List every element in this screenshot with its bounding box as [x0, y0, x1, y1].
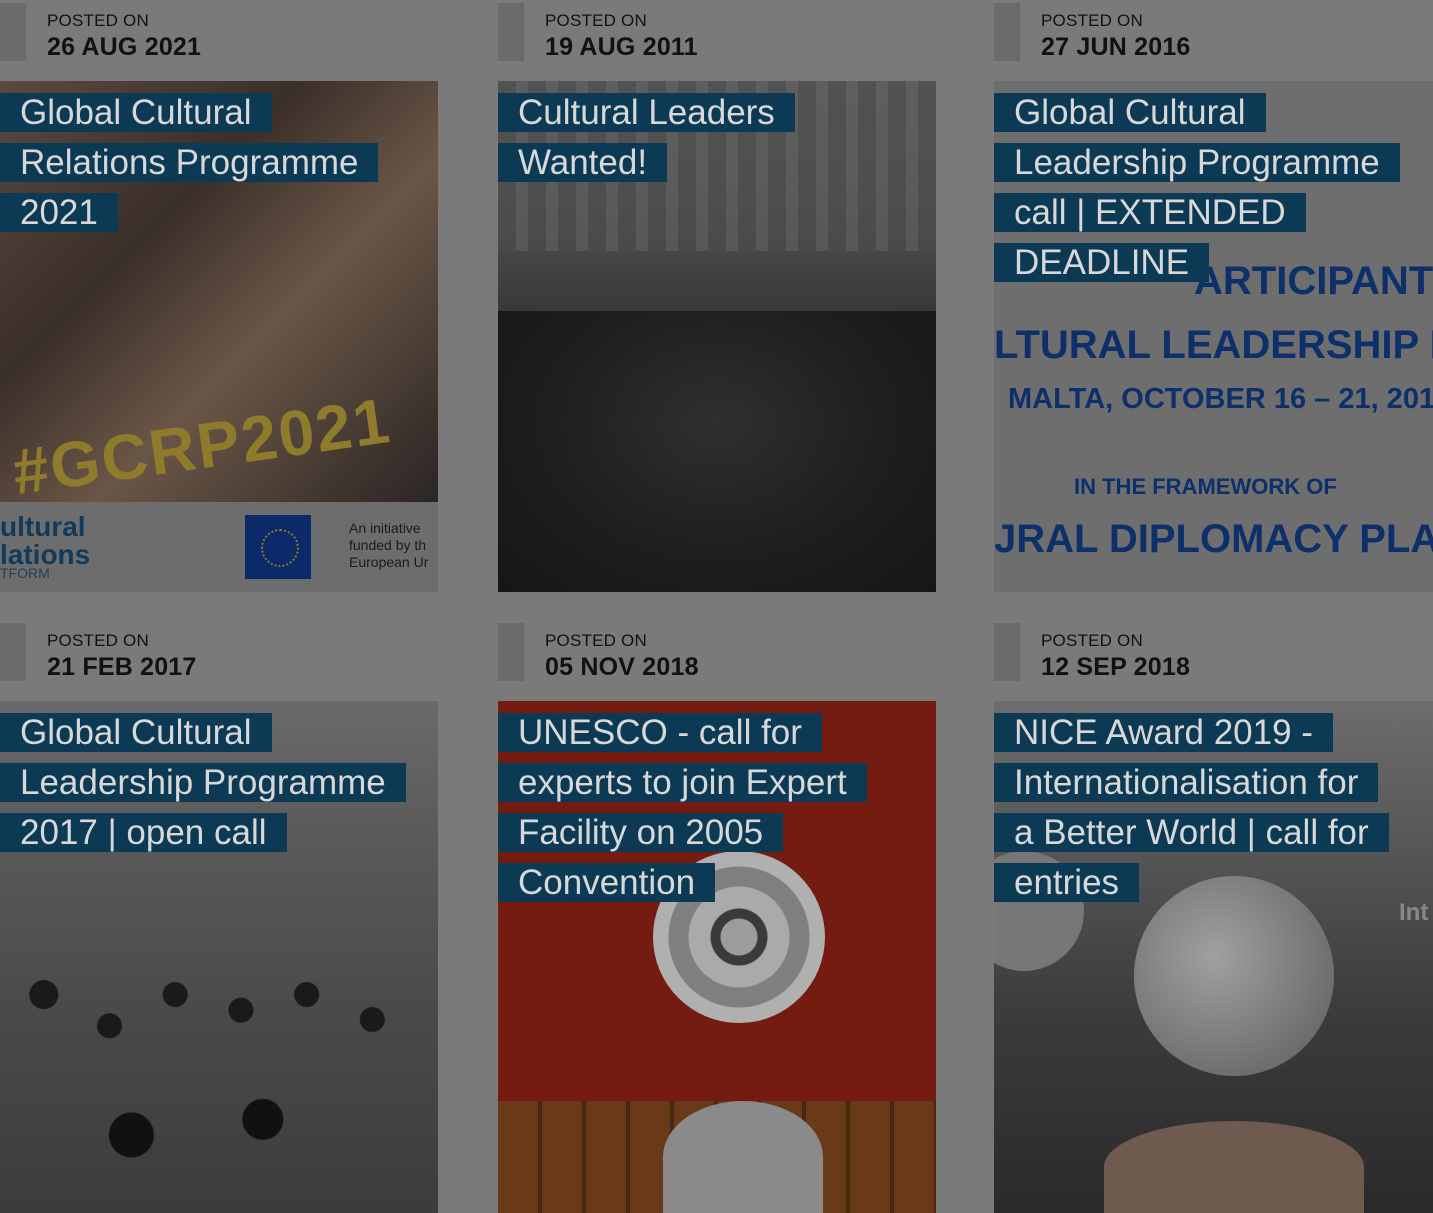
post-card[interactable]: POSTED ON 21 FEB 2017 Global Cultural Le… [0, 620, 438, 1213]
post-card[interactable]: POSTED ON 19 AUG 2011 Cultural Leaders W… [498, 0, 936, 592]
eu-flag-icon [245, 515, 311, 579]
post-thumbnail[interactable]: Global Cultural Leadership Programme 201… [0, 701, 438, 1213]
posted-on-label: POSTED ON [1041, 631, 1143, 650]
thumbnail-brand-subtext: TFORM [0, 565, 50, 581]
post-date: 19 AUG 2011 [545, 33, 698, 61]
post-thumbnail[interactable]: Cultural Leaders Wanted! [498, 81, 936, 592]
post-title-line: Convention [498, 863, 716, 902]
post-date-block: POSTED ON 26 AUG 2021 [0, 0, 438, 81]
post-date-block: POSTED ON 05 NOV 2018 [498, 620, 936, 701]
posts-grid: POSTED ON 26 AUG 2021 #GCRP2021 ultural … [0, 0, 1433, 1213]
post-card[interactable]: POSTED ON 26 AUG 2021 #GCRP2021 ultural … [0, 0, 438, 592]
post-title-line: Facility on 2005 [498, 813, 784, 852]
date-accent-bar [0, 3, 26, 61]
post-title-line: Leadership Programme [0, 763, 406, 802]
post-title-line: Global Cultural [0, 93, 272, 132]
post-title-line: DEADLINE [994, 243, 1210, 282]
poster-text: JRAL DIPLOMACY PLATI [994, 517, 1433, 561]
thumbnail-text: Int [1399, 899, 1429, 926]
post-title-link[interactable]: Global Cultural Leadership Programme cal… [994, 88, 1400, 288]
post-date: 12 SEP 2018 [1041, 653, 1191, 681]
post-date: 27 JUN 2016 [1041, 33, 1191, 61]
post-date-block: POSTED ON 19 AUG 2011 [498, 0, 936, 81]
post-thumbnail[interactable]: UNESCO - call for experts to join Expert… [498, 701, 936, 1213]
thumbnail-photo [0, 901, 438, 1213]
poster-text: LTURAL LEADERSHIP PF [994, 323, 1433, 367]
post-date-block: POSTED ON 27 JUN 2016 [994, 0, 1433, 81]
post-date: 21 FEB 2017 [47, 653, 197, 681]
post-title-line: Leadership Programme [994, 143, 1400, 182]
thumbnail-brand-text: ultural lations [0, 511, 91, 570]
date-accent-bar [498, 623, 524, 681]
posted-on-label: POSTED ON [545, 11, 647, 30]
post-title-link[interactable]: Global Cultural Leadership Programme 201… [0, 708, 406, 858]
post-date: 26 AUG 2021 [47, 33, 202, 61]
post-title-line: 2021 [0, 193, 118, 232]
post-title-line: UNESCO - call for [498, 713, 822, 752]
post-title-line: a Better World | call for [994, 813, 1389, 852]
thumbnail-hand [1104, 1121, 1364, 1213]
date-accent-bar [994, 623, 1020, 681]
posted-on-label: POSTED ON [47, 631, 149, 650]
poster-text: IN THE FRAMEWORK OF [1074, 474, 1337, 499]
post-card[interactable]: POSTED ON 27 JUN 2016 ARTICIPANTS LTURAL… [994, 0, 1433, 592]
posted-on-label: POSTED ON [47, 11, 149, 30]
post-date: 05 NOV 2018 [545, 653, 699, 681]
post-thumbnail[interactable]: ARTICIPANTS LTURAL LEADERSHIP PF MALTA, … [994, 81, 1433, 592]
post-title-line: Wanted! [498, 143, 668, 182]
date-accent-bar [994, 3, 1020, 61]
posted-on-label: POSTED ON [1041, 11, 1143, 30]
date-accent-bar [0, 623, 26, 681]
post-title-line: Relations Programme [0, 143, 379, 182]
post-title-line: experts to join Expert [498, 763, 867, 802]
eu-initiative-text: An initiative funded by th European Ur [349, 520, 429, 570]
post-title-line: entries [994, 863, 1140, 902]
post-date-block: POSTED ON 21 FEB 2017 [0, 620, 438, 701]
post-title-line: Internationalisation for [994, 763, 1379, 802]
post-card[interactable]: POSTED ON 12 SEP 2018 Int NICE Award 201… [994, 620, 1433, 1213]
post-title-link[interactable]: NICE Award 2019 - Internationalisation f… [994, 708, 1389, 908]
post-thumbnail[interactable]: Int NICE Award 2019 - Internationalisati… [994, 701, 1433, 1213]
poster-text: MALTA, OCTOBER 16 – 21, 2016 [1008, 383, 1433, 415]
post-title-link[interactable]: UNESCO - call for experts to join Expert… [498, 708, 867, 908]
post-title-line: 2017 | open call [0, 813, 287, 852]
post-title-line: Cultural Leaders [498, 93, 795, 132]
post-date-block: POSTED ON 12 SEP 2018 [994, 620, 1433, 701]
post-thumbnail[interactable]: #GCRP2021 ultural lations TFORM An initi… [0, 81, 438, 592]
thumbnail-crowd [498, 311, 936, 592]
posted-on-label: POSTED ON [545, 631, 647, 650]
date-accent-bar [498, 3, 524, 61]
post-title-line: NICE Award 2019 - [994, 713, 1333, 752]
post-title-link[interactable]: Global Cultural Relations Programme 2021 [0, 88, 379, 238]
post-title-line: Global Cultural [0, 713, 272, 752]
post-title-line: Global Cultural [994, 93, 1266, 132]
post-title-link[interactable]: Cultural Leaders Wanted! [498, 88, 795, 188]
world-map-table [663, 1101, 823, 1213]
post-card[interactable]: POSTED ON 05 NOV 2018 UNESCO - call for … [498, 620, 936, 1213]
post-title-line: call | EXTENDED [994, 193, 1306, 232]
